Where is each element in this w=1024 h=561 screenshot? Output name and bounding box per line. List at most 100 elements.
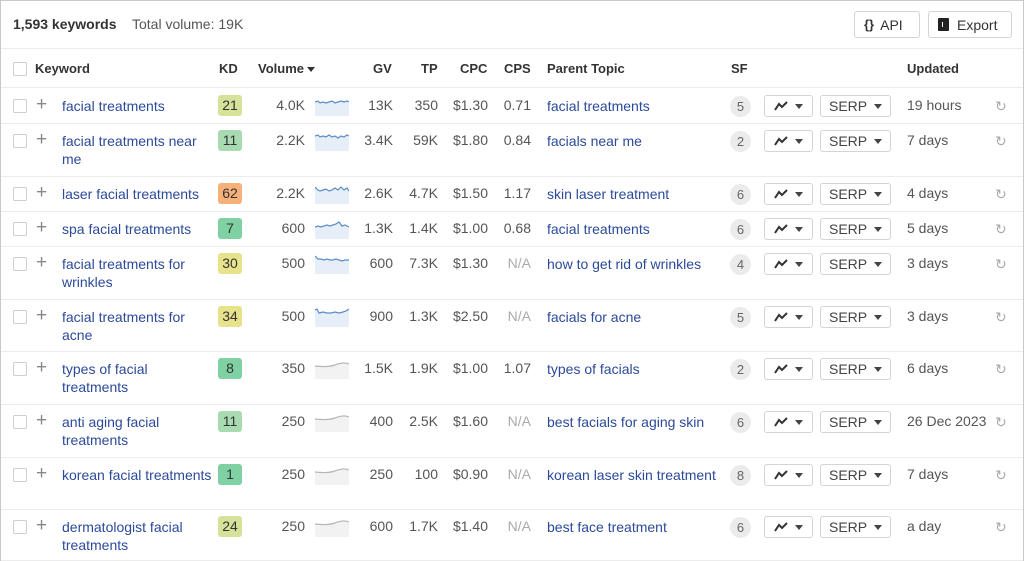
refresh-icon[interactable]: ↻ — [995, 256, 1007, 273]
serp-dropdown[interactable]: SERP — [820, 95, 891, 117]
serp-features-count[interactable]: 2 — [730, 131, 751, 152]
trend-dropdown[interactable] — [764, 183, 813, 205]
api-button[interactable]: {} API — [854, 11, 920, 38]
keyword-link[interactable]: laser facial treatments — [62, 185, 212, 203]
row-checkbox[interactable] — [13, 134, 27, 148]
serp-features-count[interactable]: 6 — [730, 412, 751, 433]
keyword-link[interactable]: facial treatments for acne — [62, 308, 212, 344]
volume-trend-sparkline[interactable] — [315, 465, 349, 485]
parent-topic-link[interactable]: facials for acne — [547, 308, 717, 326]
add-to-list-icon[interactable]: + — [36, 411, 47, 430]
serp-dropdown[interactable]: SERP — [820, 130, 891, 152]
column-cps[interactable]: CPS — [504, 61, 531, 76]
add-to-list-icon[interactable]: + — [36, 95, 47, 114]
volume-trend-sparkline[interactable] — [315, 254, 349, 274]
refresh-icon[interactable]: ↻ — [995, 98, 1007, 115]
serp-dropdown[interactable]: SERP — [820, 183, 891, 205]
volume-trend-sparkline[interactable] — [315, 131, 349, 151]
refresh-icon[interactable]: ↻ — [995, 133, 1007, 150]
row-checkbox[interactable] — [13, 468, 27, 482]
keyword-link[interactable]: facial treatments for wrinkles — [62, 255, 212, 291]
volume-trend-sparkline[interactable] — [315, 219, 349, 239]
row-checkbox[interactable] — [13, 99, 27, 113]
serp-features-count[interactable]: 2 — [730, 359, 751, 380]
keyword-link[interactable]: facial treatments — [62, 97, 212, 115]
parent-topic-link[interactable]: how to get rid of wrinkles — [547, 255, 717, 273]
add-to-list-icon[interactable]: + — [36, 306, 47, 325]
parent-topic-link[interactable]: facials near me — [547, 132, 717, 150]
row-checkbox[interactable] — [13, 362, 27, 376]
add-to-list-icon[interactable]: + — [36, 464, 47, 483]
column-kd[interactable]: KD — [219, 61, 238, 76]
refresh-icon[interactable]: ↻ — [995, 361, 1007, 378]
volume-trend-sparkline[interactable] — [315, 307, 349, 327]
trend-dropdown[interactable] — [764, 130, 813, 152]
serp-features-count[interactable]: 6 — [730, 219, 751, 240]
column-parent-topic[interactable]: Parent Topic — [547, 61, 625, 76]
refresh-icon[interactable]: ↻ — [995, 467, 1007, 484]
serp-dropdown[interactable]: SERP — [820, 218, 891, 240]
volume-trend-sparkline[interactable] — [315, 96, 349, 116]
add-to-list-icon[interactable]: + — [36, 516, 47, 535]
keyword-link[interactable]: spa facial treatments — [62, 220, 212, 238]
trend-dropdown[interactable] — [764, 516, 813, 538]
column-sf[interactable]: SF — [731, 61, 748, 76]
serp-dropdown[interactable]: SERP — [820, 358, 891, 380]
row-checkbox[interactable] — [13, 415, 27, 429]
add-to-list-icon[interactable]: + — [36, 183, 47, 202]
serp-features-count[interactable]: 4 — [730, 254, 751, 275]
add-to-list-icon[interactable]: + — [36, 130, 47, 149]
row-checkbox[interactable] — [13, 222, 27, 236]
refresh-icon[interactable]: ↻ — [995, 414, 1007, 431]
refresh-icon[interactable]: ↻ — [995, 221, 1007, 238]
column-cpc[interactable]: CPC — [460, 61, 487, 76]
column-keyword[interactable]: Keyword — [35, 61, 90, 76]
keyword-link[interactable]: facial treatments near me — [62, 132, 212, 168]
add-to-list-icon[interactable]: + — [36, 218, 47, 237]
serp-features-count[interactable]: 8 — [730, 465, 751, 486]
serp-dropdown[interactable]: SERP — [820, 306, 891, 328]
export-button[interactable]: Export — [928, 11, 1012, 38]
keyword-link[interactable]: anti aging facial treatments — [62, 413, 212, 449]
row-checkbox[interactable] — [13, 310, 27, 324]
serp-features-count[interactable]: 6 — [730, 517, 751, 538]
column-volume[interactable]: Volume — [258, 61, 315, 76]
keyword-link[interactable]: korean facial treatments — [62, 466, 212, 484]
volume-trend-sparkline[interactable] — [315, 359, 349, 379]
column-updated[interactable]: Updated — [907, 61, 959, 76]
trend-dropdown[interactable] — [764, 253, 813, 275]
parent-topic-link[interactable]: best face treatment — [547, 518, 717, 536]
row-checkbox[interactable] — [13, 187, 27, 201]
volume-trend-sparkline[interactable] — [315, 184, 349, 204]
keyword-link[interactable]: types of facial treatments — [62, 360, 212, 396]
trend-dropdown[interactable] — [764, 306, 813, 328]
serp-dropdown[interactable]: SERP — [820, 411, 891, 433]
column-gv[interactable]: GV — [373, 61, 392, 76]
keyword-link[interactable]: dermatologist facial treatments — [62, 518, 212, 554]
row-checkbox[interactable] — [13, 257, 27, 271]
serp-features-count[interactable]: 5 — [730, 96, 751, 117]
serp-dropdown[interactable]: SERP — [820, 516, 891, 538]
serp-dropdown[interactable]: SERP — [820, 253, 891, 275]
refresh-icon[interactable]: ↻ — [995, 519, 1007, 536]
add-to-list-icon[interactable]: + — [36, 358, 47, 377]
trend-dropdown[interactable] — [764, 358, 813, 380]
volume-trend-sparkline[interactable] — [315, 412, 349, 432]
parent-topic-link[interactable]: facial treatments — [547, 220, 717, 238]
parent-topic-link[interactable]: skin laser treatment — [547, 185, 717, 203]
trend-dropdown[interactable] — [764, 218, 813, 240]
parent-topic-link[interactable]: best facials for aging skin — [547, 413, 717, 431]
serp-features-count[interactable]: 5 — [730, 307, 751, 328]
select-all-checkbox[interactable] — [13, 62, 27, 76]
refresh-icon[interactable]: ↻ — [995, 309, 1007, 326]
refresh-icon[interactable]: ↻ — [995, 186, 1007, 203]
trend-dropdown[interactable] — [764, 411, 813, 433]
column-tp[interactable]: TP — [421, 61, 438, 76]
parent-topic-link[interactable]: types of facials — [547, 360, 717, 378]
add-to-list-icon[interactable]: + — [36, 253, 47, 272]
trend-dropdown[interactable] — [764, 95, 813, 117]
row-checkbox[interactable] — [13, 520, 27, 534]
trend-dropdown[interactable] — [764, 464, 813, 486]
serp-dropdown[interactable]: SERP — [820, 464, 891, 486]
parent-topic-link[interactable]: facial treatments — [547, 97, 717, 115]
